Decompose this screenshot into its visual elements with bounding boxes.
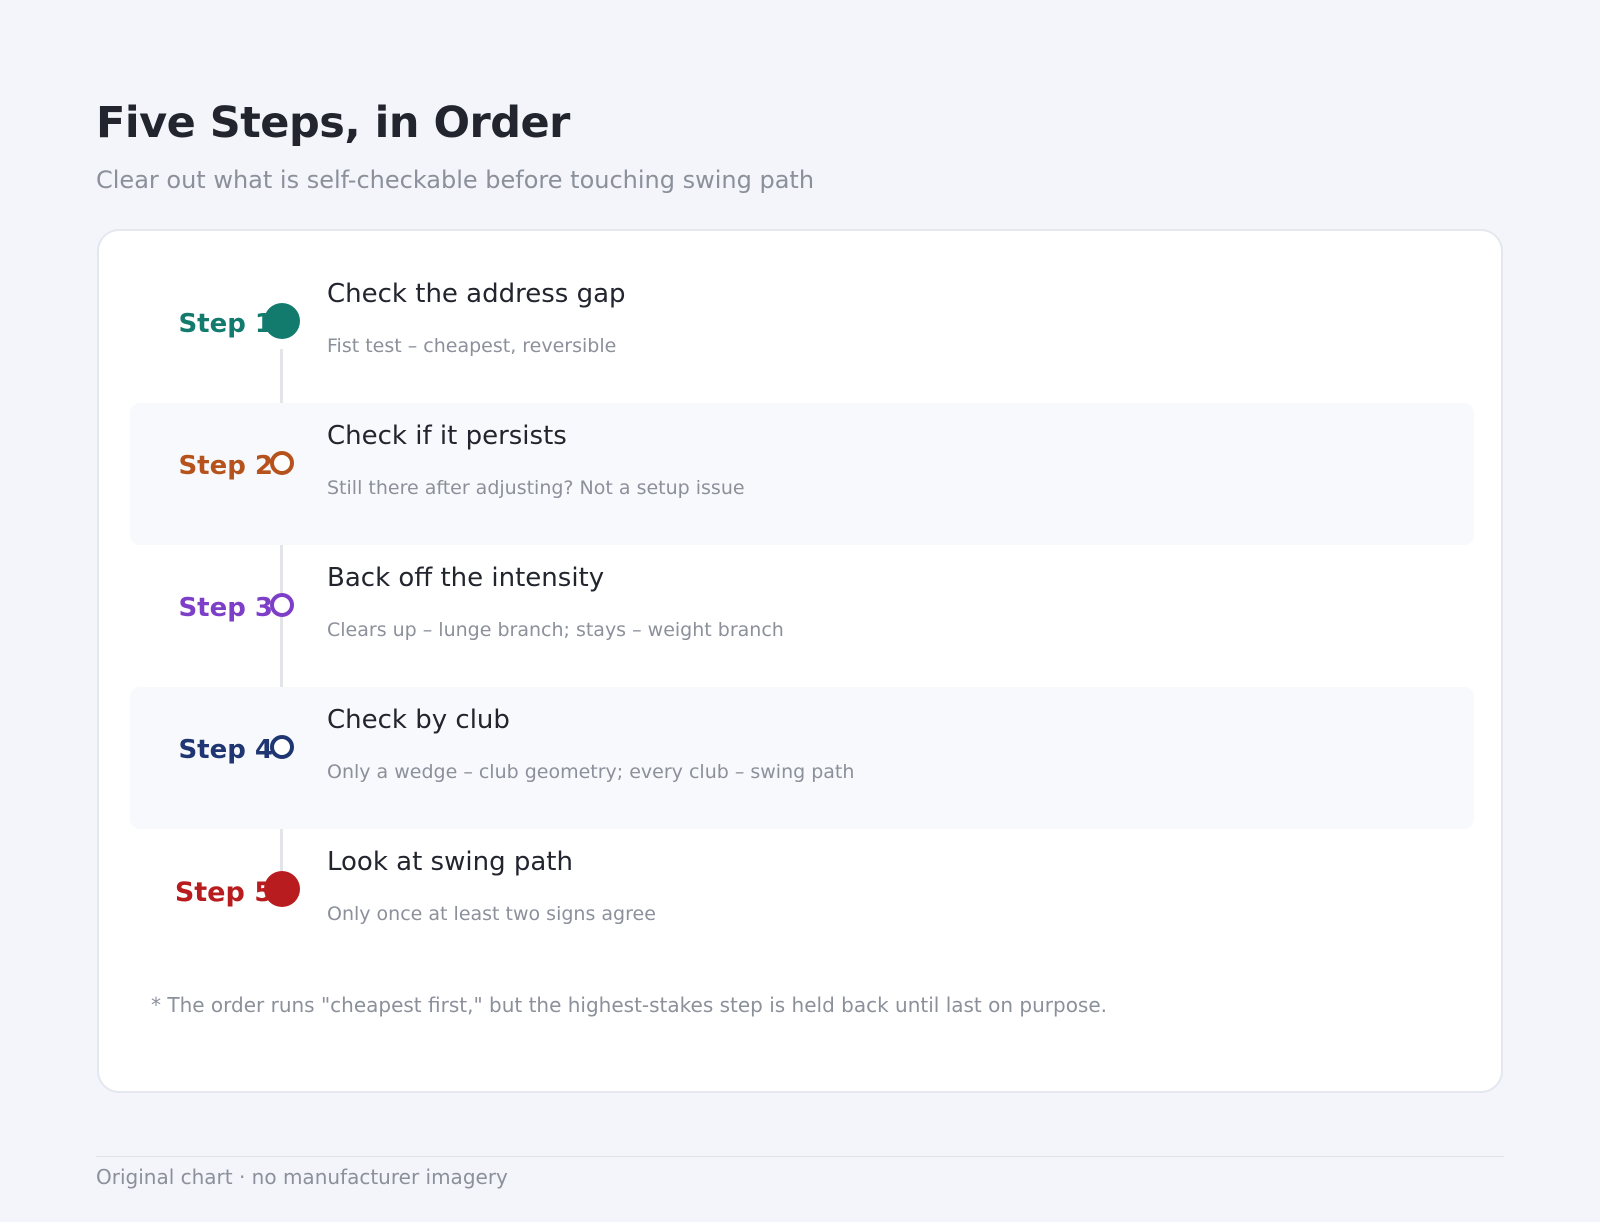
step-1: Step 1 Check the address gap Fist test –… (130, 261, 1474, 491)
step-label: Step 3 (178, 593, 273, 623)
step-3: Step 3 Back off the intensity Clears up … (130, 545, 1474, 697)
step-title: Check if it persists (327, 421, 567, 451)
footer-divider (96, 1156, 1504, 1157)
step-description: Only once at least two signs agree (327, 903, 656, 925)
filled-dot-icon (264, 871, 300, 907)
filled-dot-icon (264, 303, 300, 339)
step-label: Step 1 (178, 309, 273, 339)
timeline-connector (280, 545, 283, 697)
step-description: Only a wedge – club geometry; every club… (327, 761, 855, 783)
steps-card: Step 1 Check the address gap Fist test –… (97, 229, 1503, 1093)
step-title: Check the address gap (327, 279, 626, 309)
step-label: Step 2 (178, 451, 273, 481)
ring-dot-icon (270, 735, 294, 759)
footer-credit: Original chart · no manufacturer imagery (96, 1165, 508, 1189)
step-title: Back off the intensity (327, 563, 605, 593)
step-title: Check by club (327, 705, 510, 735)
step-label: Step 5 (174, 877, 273, 908)
step-description: Still there after adjusting? Not a setup… (327, 477, 745, 499)
page-subtitle: Clear out what is self-checkable before … (96, 166, 815, 194)
footnote: * The order runs "cheapest first," but t… (151, 993, 1108, 1017)
step-description: Clears up – lunge branch; stays – weight… (327, 619, 784, 641)
step-2: Step 2 Check if it persists Still there … (130, 403, 1474, 545)
step-4: Step 4 Check by club Only a wedge – club… (130, 687, 1474, 829)
page: Five Steps, in Order Clear out what is s… (0, 0, 1600, 1222)
step-description: Fist test – cheapest, reversible (327, 335, 617, 357)
step-5: Step 5 Look at swing path Only once at l… (130, 829, 1474, 971)
step-title: Look at swing path (327, 847, 573, 877)
timeline-connector (280, 829, 283, 873)
page-title: Five Steps, in Order (96, 98, 570, 148)
ring-dot-icon (270, 451, 294, 475)
steps-timeline: Step 1 Check the address gap Fist test –… (130, 261, 1474, 971)
ring-dot-icon (270, 593, 294, 617)
step-label: Step 4 (178, 735, 273, 765)
